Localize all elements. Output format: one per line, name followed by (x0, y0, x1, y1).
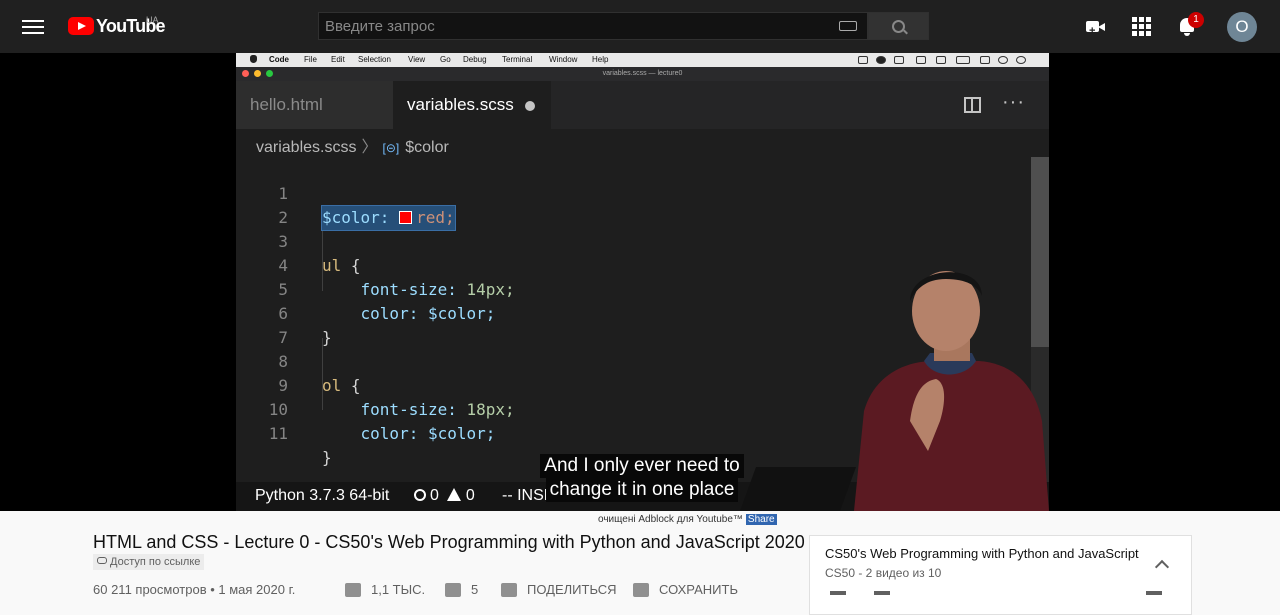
warning-icon (446, 488, 461, 501)
keyboard-icon[interactable] (839, 21, 857, 31)
mac-menu-item: File (304, 55, 317, 64)
code-line: 8 ol { (236, 326, 360, 395)
mac-status-icon (858, 56, 868, 64)
playlist-panel: CS50's Web Programming with Python and J… (809, 535, 1192, 615)
status-interpreter: Python 3.7.3 64-bit (255, 487, 390, 504)
video-stats-row: 60 211 просмотров • 1 мая 2020 г. 1,1 ТЫ… (93, 582, 773, 602)
search-input[interactable] (319, 13, 841, 39)
code-line: 2 (236, 182, 313, 227)
loop-icon[interactable] (830, 591, 846, 595)
code-line: 10 color: $color; (236, 374, 496, 443)
breadcrumb-symbol: $color (405, 139, 449, 156)
mac-status-icon (876, 56, 886, 64)
notification-badge: 1 (1188, 12, 1204, 28)
create-video-button[interactable]: + (1084, 15, 1108, 39)
mac-app-name: Code (269, 55, 289, 64)
thumbs-up-icon (345, 583, 361, 597)
search-box (318, 12, 868, 40)
mac-menu-item: Go (440, 55, 451, 64)
wifi-icon (936, 56, 946, 64)
view-count: 60 211 просмотров • 1 мая 2020 г. (93, 582, 296, 597)
code-line: 5 color: $color; (236, 254, 495, 323)
like-button[interactable]: 1,1 ТЫС. (345, 582, 425, 597)
mac-menu-item: Debug (463, 55, 487, 64)
code-line: 7 (236, 302, 313, 347)
thumbs-down-icon (445, 583, 461, 597)
mac-menu-item: Edit (331, 55, 345, 64)
window-title-bar: variables.scss — lecture0 (236, 67, 1049, 81)
playlist-add-icon (633, 583, 649, 597)
video-caption: And I only ever need to change it in one… (535, 454, 749, 502)
logo-region: UA (146, 15, 159, 25)
tab-label: variables.scss (407, 95, 514, 114)
link-icon (97, 557, 107, 564)
user-icon (998, 56, 1008, 64)
editor-tabs: hello.html variables.scss ··· (236, 81, 1049, 129)
mac-menu-bar: Code File Edit Selection View Go Debug T… (236, 53, 1049, 67)
chevron-up-icon[interactable] (1154, 559, 1170, 575)
unlisted-badge: Доступ по ссылке (93, 554, 205, 570)
chevron-right-icon: 〉 (361, 139, 378, 156)
unsaved-dot-icon (524, 100, 535, 111)
window-title: variables.scss — lecture0 (602, 70, 683, 77)
share-button[interactable]: ПОДЕЛИТЬСЯ (501, 582, 616, 597)
mac-menu-item: Terminal (502, 55, 533, 64)
share-arrow-icon (501, 583, 517, 597)
mac-menu-item: View (408, 55, 426, 64)
line-number: 11 (268, 424, 288, 443)
tab-variables-scss: variables.scss (393, 81, 551, 129)
playlist-subtitle: CS50 - 2 видео из 10 (825, 566, 942, 580)
battery-icon (956, 56, 970, 64)
breadcrumb-file: variables.scss (256, 139, 357, 156)
error-icon (414, 489, 426, 501)
more-options-icon[interactable] (1146, 591, 1162, 595)
video-player[interactable]: Code File Edit Selection View Go Debug T… (0, 53, 1280, 511)
apps-grid-icon (1132, 17, 1151, 36)
adblock-share-button[interactable]: Share (745, 514, 777, 525)
split-editor-icon (964, 97, 981, 113)
spotlight-icon (1016, 56, 1026, 64)
youtube-play-icon (68, 17, 94, 35)
code-line: 11 } (236, 398, 332, 467)
dislike-button[interactable]: 5 (445, 582, 478, 597)
unlisted-label: Доступ по ссылке (110, 556, 201, 568)
laptop-shape (739, 467, 857, 511)
presenter-figure (854, 271, 1049, 511)
status-problems: 00 (414, 487, 475, 505)
tab-hello-html: hello.html (236, 81, 393, 129)
mac-status-icon (894, 56, 904, 64)
search-icon (892, 20, 905, 33)
apple-logo-icon (250, 55, 257, 63)
code-line: 6 } (236, 278, 331, 347)
mac-menu-item: Selection (358, 55, 391, 64)
hamburger-menu-icon[interactable] (22, 16, 44, 36)
adblock-notice: очищені Adblock для Youtube™ Share (598, 514, 777, 525)
avatar[interactable]: O (1227, 12, 1257, 42)
apps-button[interactable] (1130, 15, 1154, 39)
mac-menu-item: Help (592, 55, 609, 64)
mac-menu-item: Window (549, 55, 578, 64)
caption-line-1: And I only ever need to (540, 454, 744, 478)
masthead: YouTube UA + 1 O (0, 0, 1280, 53)
video-title: HTML and CSS - Lecture 0 - CS50's Web Pr… (93, 532, 805, 552)
breadcrumb: variables.scss 〉 [⊝] $color (256, 133, 449, 157)
playlist-title[interactable]: CS50's Web Programming with Python and J… (825, 546, 1139, 561)
caption-line-2: change it in one place (545, 478, 739, 502)
shuffle-icon[interactable] (874, 591, 890, 595)
code-line: 9 font-size: 18px; (236, 350, 514, 419)
adblock-text: очищені Adblock для Youtube™ (598, 514, 743, 525)
list-icon (1034, 56, 1044, 64)
code-line: 3 ul { (236, 206, 360, 275)
variable-symbol-icon: [⊝] (382, 141, 400, 155)
code-line: 4 font-size: 14px; (236, 230, 514, 299)
mac-status-icon (916, 56, 926, 64)
mac-status-icon (980, 56, 990, 64)
color-swatch-icon (399, 211, 413, 224)
tab-label: hello.html (250, 95, 323, 114)
more-actions-icon: ··· (1002, 91, 1025, 113)
code-line: 1 $color: red; (236, 158, 456, 231)
save-button[interactable]: СОХРАНИТЬ (633, 582, 738, 597)
search-button[interactable] (868, 12, 929, 40)
